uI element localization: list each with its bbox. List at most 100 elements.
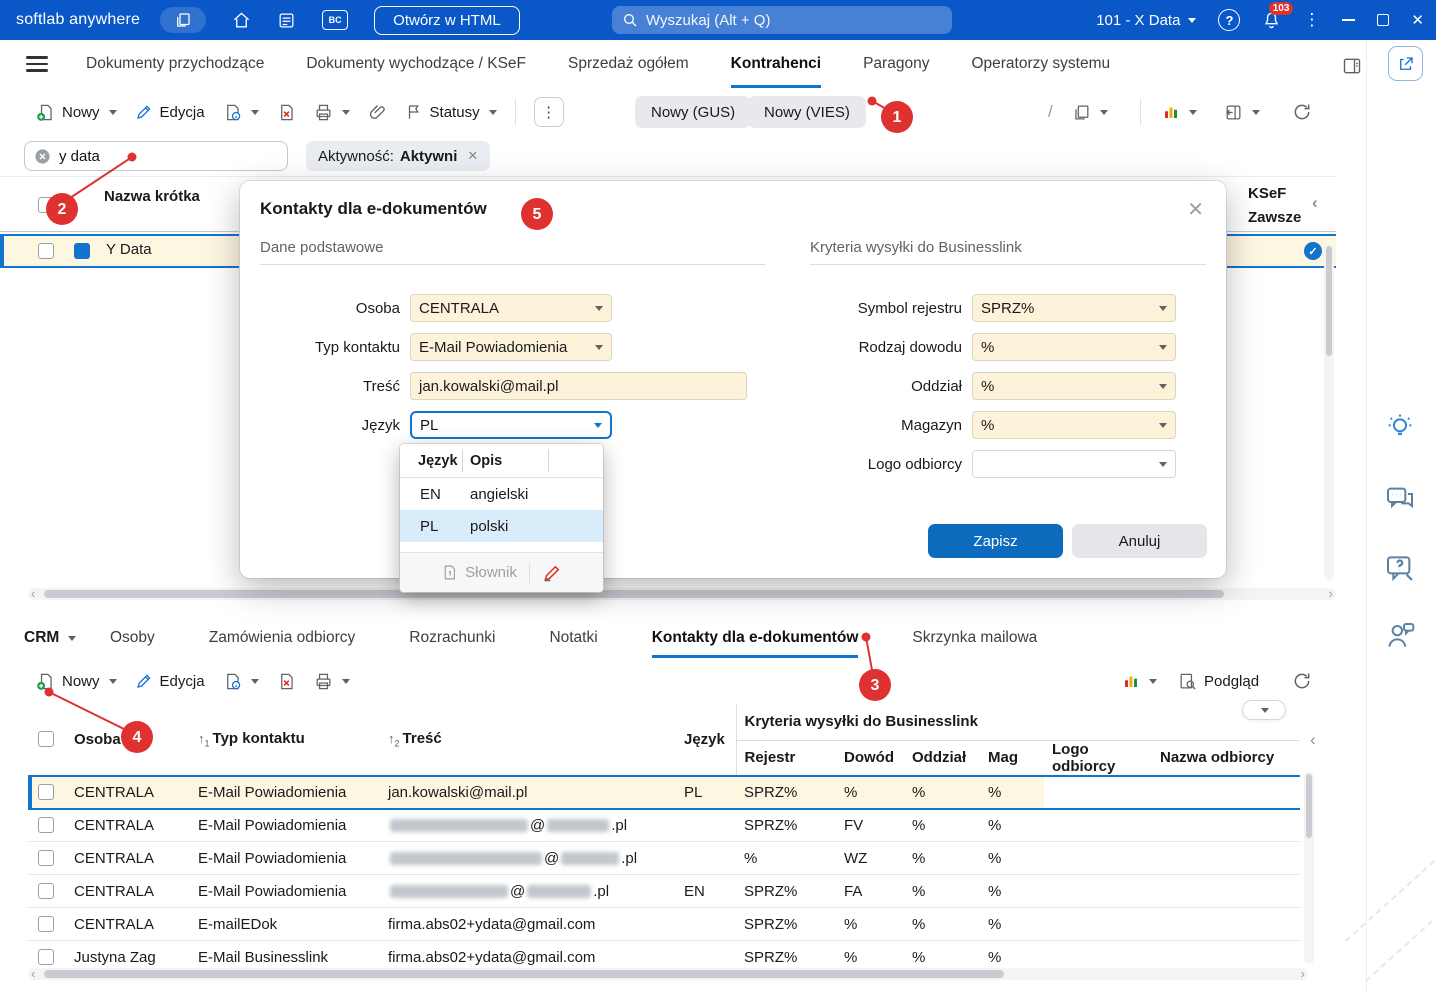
new-contact-button[interactable]: Nowy — [36, 672, 117, 691]
new-button[interactable]: Nowy — [36, 103, 117, 122]
toolbar-more-button[interactable]: ⋮ — [533, 97, 564, 127]
document-info-button[interactable] — [223, 672, 259, 691]
table-row[interactable]: CENTRALA E-Mail Powiadomienia jan.kowals… — [28, 774, 1300, 810]
edit-dictionary-icon[interactable] — [542, 563, 562, 583]
tab-paragony[interactable]: Paragony — [863, 40, 929, 88]
collapse-columns-button[interactable]: ‹ — [1310, 730, 1316, 750]
symbol-rejestru-select[interactable]: SPRZ% — [972, 294, 1176, 322]
scroll-right-icon[interactable]: › — [1329, 586, 1333, 601]
crm-selector[interactable]: CRM — [24, 618, 77, 658]
column-divider[interactable] — [548, 449, 549, 472]
preview-button[interactable]: Podgląd — [1178, 672, 1259, 691]
tab-dokumenty-wychodzace-ksef[interactable]: Dokumenty wychodzące / KSeF — [306, 40, 526, 88]
scrollbar-thumb[interactable] — [1326, 246, 1332, 356]
typ-kontaktu-select[interactable]: E-Mail Powiadomienia — [410, 333, 612, 361]
tab-rozrachunki[interactable]: Rozrachunki — [409, 618, 495, 658]
column-divider[interactable] — [462, 449, 463, 472]
table-row[interactable]: CENTRALA E-Mail Powiadomienia @ .pl EN SP… — [28, 874, 1300, 908]
tab-sprzedaz-ogolem[interactable]: Sprzedaż ogółem — [568, 40, 689, 88]
table-row[interactable]: CENTRALA E-Mail Powiadomienia @ .pl SPRZ%… — [28, 808, 1300, 842]
tab-dokumenty-przychodzace[interactable]: Dokumenty przychodzące — [86, 40, 264, 88]
cancel-button[interactable]: Anuluj — [1072, 524, 1207, 558]
edit-contact-button[interactable]: Edycja — [135, 672, 205, 690]
analysis-button[interactable] — [1162, 103, 1197, 121]
suggestions-button[interactable] — [1384, 412, 1416, 444]
scroll-left-icon[interactable]: ‹ — [31, 966, 35, 981]
tab-zamowienia-odbiorcy[interactable]: Zamówienia odbiorcy — [209, 618, 355, 658]
language-option-pl[interactable]: PL polski — [400, 510, 603, 542]
tab-osoby[interactable]: Osoby — [110, 618, 155, 658]
company-selector[interactable]: 101 - X Data — [1096, 12, 1197, 29]
dialog-close-icon[interactable]: ✕ — [1187, 197, 1204, 222]
share-button[interactable] — [1388, 46, 1423, 81]
global-search[interactable] — [612, 6, 952, 34]
collapse-panel-button[interactable] — [1242, 700, 1286, 720]
column-header-osoba[interactable]: Osoba — [66, 704, 190, 776]
global-search-input[interactable] — [646, 11, 942, 29]
column-header-ksef-line2[interactable]: Zawsze — [1248, 209, 1301, 226]
save-button[interactable]: Zapisz — [928, 524, 1063, 558]
grid-search-input[interactable] — [59, 147, 278, 165]
contact-person-button[interactable] — [1384, 620, 1416, 652]
maximize-button[interactable] — [1377, 14, 1390, 26]
tab-operatorzy-systemu[interactable]: Operatorzy systemu — [971, 40, 1110, 88]
tresc-input[interactable]: jan.kowalski@mail.pl — [410, 372, 747, 400]
tab-kontakty-dla-e-dokumentow[interactable]: Kontakty dla e-dokumentów — [652, 618, 859, 658]
row-checkbox[interactable] — [38, 916, 54, 932]
slownik-button[interactable]: Słownik — [441, 564, 517, 581]
row-checkbox[interactable] — [38, 850, 54, 866]
contractors-vscrollbar[interactable] — [1324, 244, 1334, 580]
open-in-html-button[interactable]: Otwórz w HTML — [374, 5, 520, 35]
news-button[interactable] — [277, 11, 296, 30]
scrollbar-thumb[interactable] — [1306, 774, 1312, 838]
layout-button[interactable] — [1072, 103, 1108, 122]
print-button[interactable] — [314, 103, 350, 122]
contacts-hscrollbar[interactable]: ‹ › — [28, 966, 1308, 981]
chat-button[interactable] — [1384, 482, 1416, 514]
tab-notatki[interactable]: Notatki — [549, 618, 597, 658]
statuses-button[interactable]: Statusy — [405, 103, 497, 121]
close-window-button[interactable]: ✕ — [1411, 11, 1424, 29]
scroll-right-icon[interactable]: › — [1301, 966, 1305, 981]
export-button[interactable] — [1224, 103, 1260, 122]
contacts-analysis-button[interactable] — [1122, 672, 1157, 690]
menu-button[interactable] — [26, 56, 48, 72]
row-checkbox[interactable] — [38, 784, 54, 800]
column-header-ksef-line1[interactable]: KSeF — [1248, 185, 1286, 202]
help-button[interactable]: ? — [1218, 9, 1241, 31]
scrollbar-thumb[interactable] — [44, 590, 1224, 598]
column-header-jezyk[interactable]: Język — [676, 704, 736, 776]
help-chat-button[interactable] — [1384, 552, 1416, 584]
edit-button[interactable]: Edycja — [135, 103, 205, 121]
contacts-vscrollbar[interactable] — [1304, 772, 1314, 964]
jezyk-select[interactable]: PL — [410, 411, 612, 439]
osoba-select[interactable]: CENTRALA — [410, 294, 612, 322]
table-row[interactable]: CENTRALA E-Mail Powiadomienia @ .pl % WZ … — [28, 841, 1300, 875]
row-checkbox[interactable] — [38, 883, 54, 899]
contractors-hscrollbar[interactable]: ‹ › — [28, 586, 1336, 601]
notifications-button[interactable]: 103 — [1262, 1, 1294, 30]
rodzaj-dowodu-select[interactable]: % — [972, 333, 1176, 361]
column-header-typ-kontaktu[interactable]: ↑1 Typ kontaktu — [190, 704, 380, 776]
oddzial-select[interactable]: % — [972, 372, 1176, 400]
minimize-button[interactable] — [1342, 19, 1356, 21]
column-header-nazwa-odbiorcy[interactable]: Nazwa odbiorcy — [1152, 740, 1300, 776]
select-all-checkbox[interactable] — [38, 197, 54, 213]
side-panel-toggle[interactable] — [1342, 56, 1362, 76]
column-header-logo-odbiorcy[interactable]: Logo odbiorcy — [1044, 740, 1152, 776]
delete-contact-button[interactable] — [277, 672, 296, 691]
scrollbar-thumb[interactable] — [44, 970, 1004, 978]
logo-odbiorcy-select[interactable] — [972, 450, 1176, 478]
clear-search-icon[interactable] — [34, 148, 51, 165]
magazyn-select[interactable]: % — [972, 411, 1176, 439]
tab-kontrahenci[interactable]: Kontrahenci — [731, 40, 821, 88]
new-vies-button[interactable]: Nowy (VIES) — [748, 96, 866, 128]
collapse-columns-button[interactable]: ‹ — [1312, 193, 1318, 213]
select-all-checkbox[interactable] — [38, 731, 54, 748]
new-gus-button[interactable]: Nowy (GUS) — [635, 96, 752, 128]
row-checkbox[interactable] — [38, 949, 54, 965]
home-button[interactable] — [232, 11, 251, 30]
row-checkbox[interactable] — [38, 817, 54, 834]
table-row[interactable]: CENTRALA E-mailEDok firma.abs02+ydata@gm… — [28, 907, 1300, 941]
column-header-mag[interactable]: Mag — [980, 740, 1044, 776]
